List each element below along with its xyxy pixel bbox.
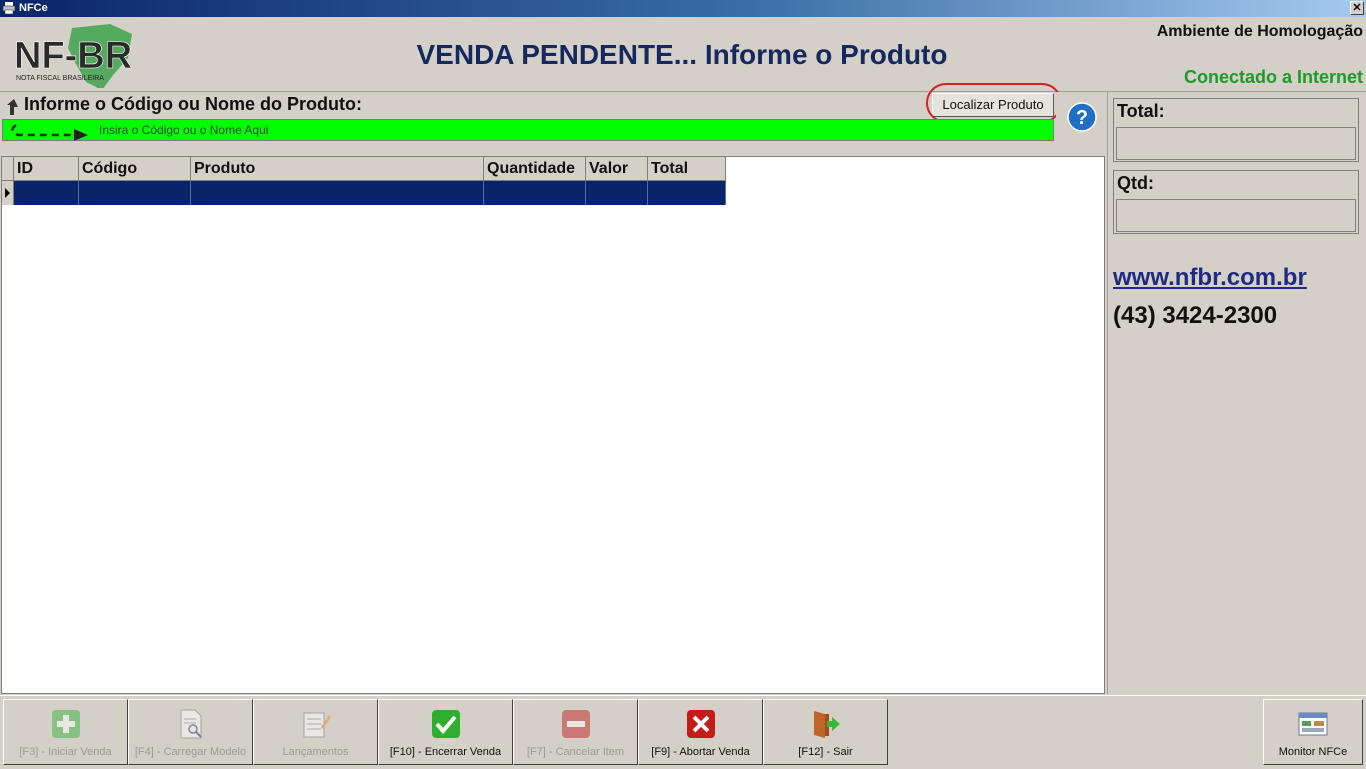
action-toolbar: [F3] - Iniciar Venda [F4] - Carregar Mod… [0,695,1366,769]
col-codigo[interactable]: Código [79,157,191,181]
load-model-button[interactable]: [F4] - Carregar Modelo [128,699,253,765]
x-icon [686,710,715,738]
window-titlebar: NFCe ✕ [0,0,1366,17]
row-indicator-header [2,157,14,181]
monitor-window-icon [1298,712,1328,736]
cell-produto[interactable] [191,181,484,205]
exit-door-icon [813,711,840,738]
cancel-item-button[interactable]: [F7] - Cancelar Item [513,699,638,765]
website-link[interactable]: www.nfbr.com.br [1113,264,1307,292]
start-sale-label: [F3] - Iniciar Venda [19,746,112,758]
row-pointer-icon [5,188,10,198]
abort-sale-button[interactable]: [F9] - Abortar Venda [638,699,763,765]
plus-icon [51,710,80,738]
col-produto[interactable]: Produto [191,157,484,181]
table-row[interactable] [2,181,726,205]
logo-subtext: NOTA FISCAL BRASILEIRA [16,75,104,82]
cell-codigo[interactable] [79,181,191,205]
printer-app-icon [2,2,16,14]
window-title: NFCe [19,2,48,14]
product-search-input[interactable] [2,119,1054,141]
cell-id[interactable] [14,181,79,205]
qtd-box: Qtd: [1113,170,1359,234]
minus-icon [561,710,590,738]
col-id[interactable]: ID [14,157,79,181]
cell-quantidade[interactable] [484,181,586,205]
monitor-nfce-button[interactable]: Monitor NFCe [1263,699,1363,765]
edit-list-icon [303,712,331,738]
col-total[interactable]: Total [648,157,726,181]
arrow-up-icon [7,99,18,115]
summary-panel: Total: Qtd: www.nfbr.com.br (43) 3424-23… [1107,92,1366,694]
help-button[interactable]: ? [1056,92,1106,142]
load-model-label: [F4] - Carregar Modelo [134,746,247,758]
qtd-value [1116,199,1356,232]
total-label: Total: [1117,101,1165,121]
close-sale-button[interactable]: [F10] - Encerrar Venda [378,699,513,765]
entries-label: Lançamentos [282,746,349,758]
cell-valor[interactable] [586,181,648,205]
close-sale-label: [F10] - Encerrar Venda [389,746,502,758]
grid-header: ID Código Produto Quantidade Valor Total [2,157,726,181]
col-valor[interactable]: Valor [586,157,648,181]
monitor-nfce-label: Monitor NFCe [1278,746,1348,758]
total-value [1116,127,1356,160]
nfbr-logo: NF-BR NOTA FISCAL BRASILEIRA [14,24,133,88]
environment-label: Ambiente de Homologação [1156,23,1363,40]
exit-label: [F12] - Sair [798,746,853,758]
logo-text: NF-BR [14,35,132,77]
cell-total[interactable] [648,181,726,205]
connection-status: Conectado a Internet [1183,67,1363,87]
exit-button[interactable]: [F12] - Sair [763,699,888,765]
abort-sale-label: [F9] - Abortar Venda [651,746,750,758]
total-box: Total: [1113,98,1359,162]
entries-button[interactable]: Lançamentos [253,699,378,765]
window-close-button[interactable]: ✕ [1350,1,1364,15]
locate-product-button[interactable]: Localizar Produto [932,93,1054,117]
help-glyph: ? [1076,107,1088,129]
row-indicator [2,181,14,205]
col-quantidade[interactable]: Quantidade [484,157,586,181]
help-icon: ? [1067,102,1097,132]
document-search-icon [180,709,202,739]
page-title: VENDA PENDENTE... Informe o Produto [416,39,948,70]
product-search-label: Informe o Código ou Nome do Produto: [24,94,362,114]
start-sale-button[interactable]: [F3] - Iniciar Venda [3,699,128,765]
cancel-item-label: [F7] - Cancelar Item [526,746,625,758]
product-grid[interactable]: ID Código Produto Quantidade Valor Total [1,156,1105,694]
phone-number: (43) 3424-2300 [1113,302,1278,329]
check-icon [431,710,460,738]
header: NF-BR NOTA FISCAL BRASILEIRA VENDA PENDE… [0,17,1366,92]
qtd-label: Qtd: [1117,173,1154,193]
